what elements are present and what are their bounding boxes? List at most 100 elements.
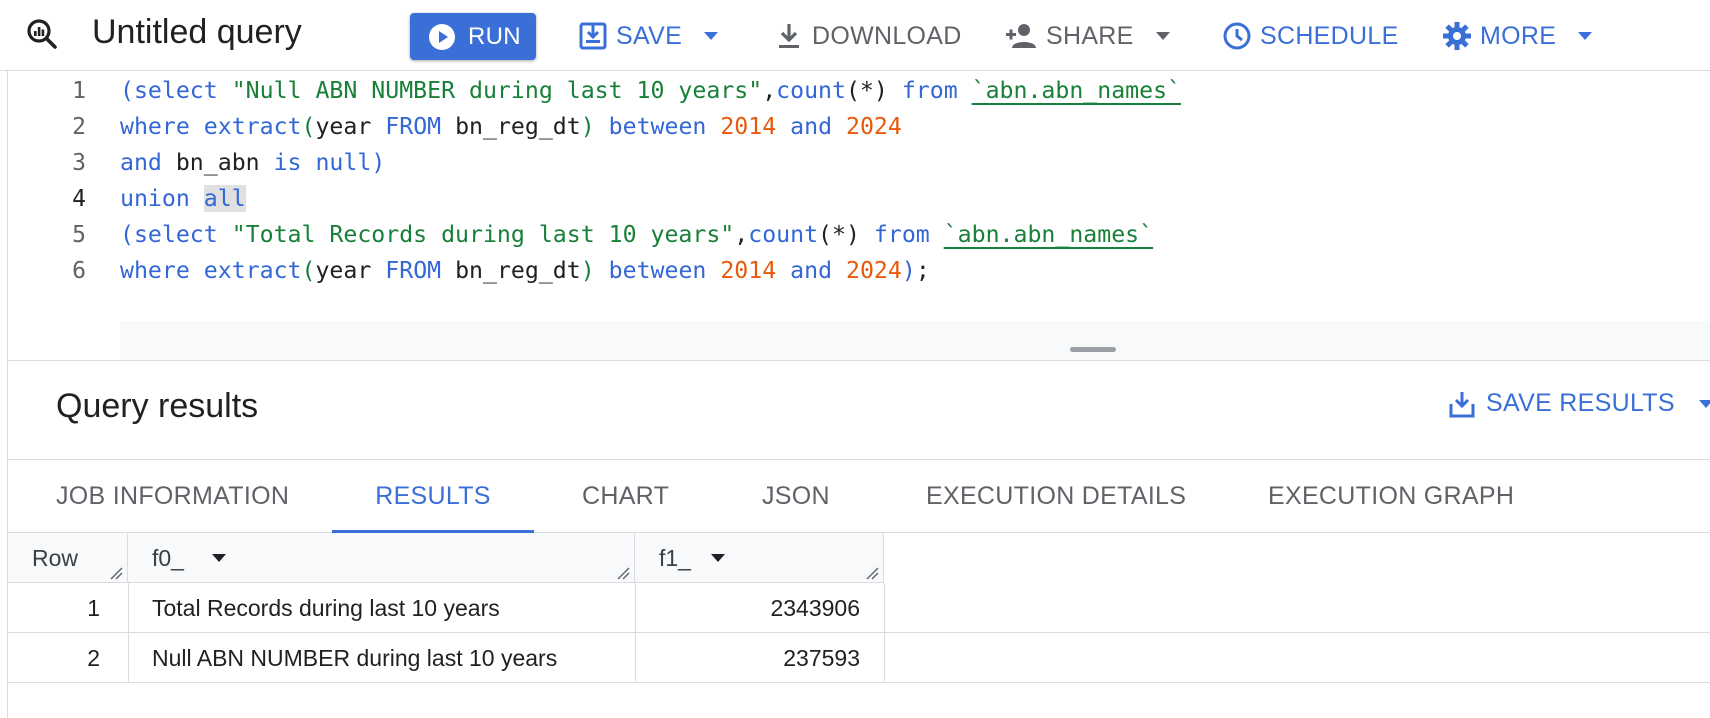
token-paren: (	[301, 257, 316, 284]
code-line[interactable]: (select "Null ABN NUMBER during last 10 …	[120, 73, 1181, 109]
column-divider	[884, 583, 885, 683]
column-header-row[interactable]: Row	[8, 533, 128, 583]
download-button[interactable]: DOWNLOAD	[774, 14, 962, 58]
token-comma: ,	[734, 221, 749, 248]
row-number-cell: 2	[87, 645, 100, 671]
run-button-label: RUN	[468, 22, 521, 50]
play-icon	[429, 23, 455, 50]
table-row[interactable]: 2 Null ABN NUMBER during last 10 years 2…	[8, 633, 884, 683]
token-keyword: and	[776, 257, 846, 284]
token-number: 2014	[720, 257, 777, 284]
clock-icon	[1223, 22, 1251, 50]
schedule-button[interactable]: SCHEDULE	[1222, 14, 1399, 58]
column-header-label: f0_	[152, 545, 184, 571]
save-icon	[1449, 391, 1475, 417]
column-header-label: Row	[32, 545, 79, 571]
editor-resize-handle[interactable]	[1070, 347, 1116, 352]
schedule-button-label: SCHEDULE	[1260, 21, 1399, 50]
token-function: extract	[189, 113, 302, 140]
token-semicolon: ;	[915, 257, 930, 284]
column-resize-icon[interactable]	[109, 566, 123, 580]
tab-chart[interactable]: CHART	[582, 460, 669, 533]
token-table-ref[interactable]: `abn.abn_names`	[972, 77, 1181, 104]
token-function: count	[748, 221, 819, 248]
tab-execution-details[interactable]: EXECUTION DETAILS	[926, 460, 1186, 533]
token-number: 2014	[720, 113, 777, 140]
results-table: Row f0_ f1_ 1 Total Records during last …	[8, 533, 1710, 683]
save-button[interactable]: SAVE	[578, 14, 719, 58]
more-button[interactable]: MORE	[1442, 14, 1593, 58]
chevron-down-icon	[704, 32, 719, 40]
tab-job-information[interactable]: JOB INFORMATION	[56, 460, 289, 533]
token-table-ref[interactable]: `abn.abn_names`	[944, 221, 1153, 248]
query-results-header: Query results SAVE RESULTS	[8, 360, 1710, 459]
tab-results[interactable]: RESULTS	[332, 460, 534, 534]
token-paren: )	[901, 257, 916, 284]
line-number: 6	[72, 258, 86, 284]
token-keyword: where	[120, 113, 190, 140]
column-resize-icon[interactable]	[616, 566, 630, 580]
column-divider	[128, 583, 129, 683]
column-header-f0[interactable]: f0_	[128, 533, 635, 583]
token-identifier: bn_reg_dt	[441, 113, 581, 140]
token-identifier: bn_abn	[161, 149, 274, 176]
code-line-active[interactable]: union all	[120, 181, 246, 217]
column-resize-icon[interactable]	[865, 566, 879, 580]
token-paren: )	[580, 257, 595, 284]
share-button[interactable]: SHARE	[1004, 14, 1170, 58]
run-button[interactable]: RUN	[410, 13, 536, 60]
code-line[interactable]: where extract(year FROM bn_reg_dt) betwe…	[120, 253, 930, 289]
f0-cell[interactable]: Null ABN NUMBER during last 10 years	[152, 645, 557, 672]
token-paren: )	[371, 149, 386, 176]
token-string: "Null ABN NUMBER during last 10 years"	[217, 77, 763, 104]
code-line[interactable]: where extract(year FROM bn_reg_dt) betwe…	[120, 109, 902, 145]
token-number: 2024	[846, 113, 902, 140]
token-number: 2024	[846, 257, 902, 284]
query-magnifier-icon	[27, 19, 57, 49]
chevron-down-icon[interactable]	[711, 554, 725, 562]
row-number-cell: 1	[87, 595, 100, 621]
line-number: 3	[72, 150, 86, 176]
token-function: extract	[189, 257, 302, 284]
f0-cell[interactable]: Total Records during last 10 years	[152, 595, 500, 622]
download-button-label: DOWNLOAD	[812, 21, 962, 50]
token-comma: ,	[762, 77, 777, 104]
chevron-down-icon[interactable]	[212, 554, 226, 562]
code-line[interactable]: and bn_abn is null)	[120, 145, 385, 181]
token-keyword: select	[133, 221, 218, 248]
query-title[interactable]: Untitled query	[92, 13, 302, 52]
code-line[interactable]: (select "Total Records during last 10 ye…	[120, 217, 1153, 253]
token-keyword: and	[776, 113, 846, 140]
token-paren: )	[580, 113, 595, 140]
token-paren: (	[120, 77, 134, 104]
token-identifier: year	[315, 113, 386, 140]
table-row[interactable]: 1 Total Records during last 10 years 234…	[8, 583, 884, 633]
tab-json[interactable]: JSON	[762, 460, 830, 533]
f1-cell[interactable]: 2343906	[770, 595, 860, 622]
token-string: "Total Records during last 10 years"	[217, 221, 735, 248]
save-results-label: SAVE RESULTS	[1486, 389, 1675, 417]
token-keyword-selected: all	[203, 185, 246, 212]
more-button-label: MORE	[1480, 21, 1557, 50]
f1-cell[interactable]: 237593	[783, 645, 860, 672]
token-keyword: from	[887, 77, 972, 104]
token-args: (*)	[818, 221, 860, 248]
chevron-down-icon	[1155, 32, 1170, 40]
line-number-active: 4	[72, 186, 86, 212]
header-empty-space	[884, 533, 1710, 583]
query-toolbar: Untitled query RUN SAVE DOWNLOAD SHARE S…	[0, 0, 1710, 70]
results-tabs: JOB INFORMATION RESULTS CHART JSON EXECU…	[8, 459, 1710, 534]
download-icon	[779, 24, 799, 48]
token-keyword: null	[301, 149, 372, 176]
token-keyword: select	[133, 77, 218, 104]
token-keyword: from	[859, 221, 944, 248]
token-keyword: is	[273, 149, 302, 176]
save-button-label: SAVE	[616, 21, 683, 50]
sql-editor[interactable]: 1 2 3 4 5 6 (select "Null ABN NUMBER dur…	[0, 70, 1710, 393]
token-identifier: bn_reg_dt	[441, 257, 581, 284]
row-empty-space	[884, 633, 1710, 683]
column-header-f1[interactable]: f1_	[635, 533, 884, 583]
tab-execution-graph[interactable]: EXECUTION GRAPH	[1268, 460, 1514, 533]
save-results-button[interactable]: SAVE RESULTS	[1448, 389, 1710, 418]
token-paren: (	[120, 221, 134, 248]
